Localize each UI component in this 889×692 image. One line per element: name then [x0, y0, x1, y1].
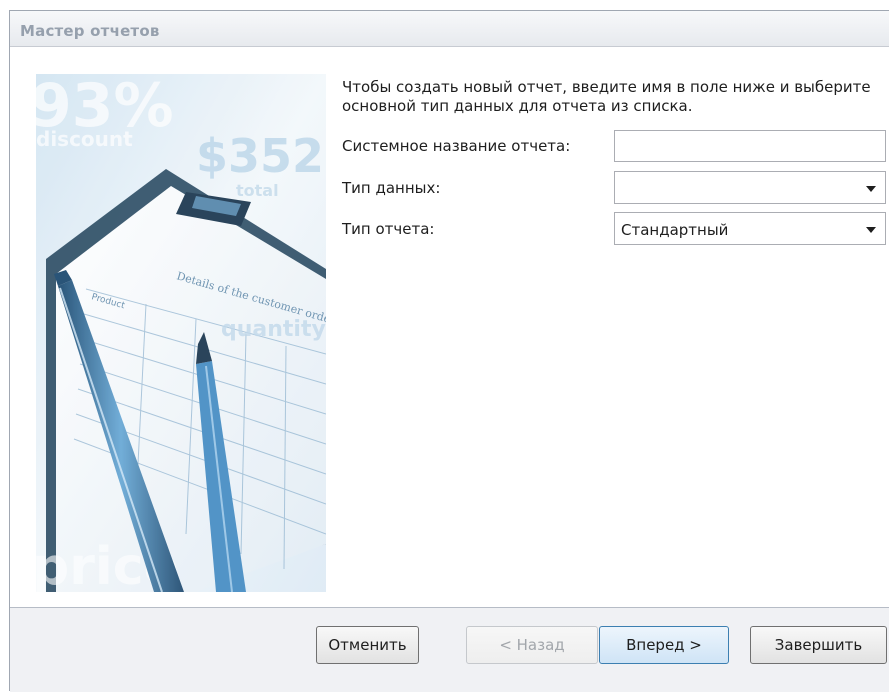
dialog-title: Мастер отчетов — [20, 22, 160, 40]
finish-button[interactable]: Завершить — [750, 626, 887, 664]
chevron-down-icon[interactable] — [866, 227, 876, 233]
report-name-input[interactable] — [614, 130, 886, 162]
data-type-label: Тип данных: — [342, 179, 441, 197]
title-bar: Мастер отчетов — [10, 11, 889, 47]
report-type-label: Тип отчета: — [342, 220, 435, 238]
wizard-illustration: 93% discount $352 total Details of the c… — [36, 74, 326, 592]
report-type-select[interactable]: Стандартный — [614, 212, 886, 245]
data-type-select[interactable] — [614, 171, 886, 204]
report-type-value: Стандартный — [621, 221, 729, 239]
chevron-down-icon[interactable] — [866, 186, 876, 192]
back-button[interactable]: < Назад — [466, 626, 598, 664]
intro-text: Чтобы создать новый отчет, введите имя в… — [342, 78, 871, 115]
next-button[interactable]: Вперед > — [599, 626, 729, 664]
report-wizard-dialog: Мастер отчетов 93% discount $352 total D… — [9, 10, 889, 692]
report-name-label: Системное название отчета: — [342, 137, 571, 155]
cancel-button[interactable]: Отменить — [316, 626, 419, 664]
clipboard-pen-pencil-image: 93% discount $352 total Details of the c… — [36, 74, 326, 592]
